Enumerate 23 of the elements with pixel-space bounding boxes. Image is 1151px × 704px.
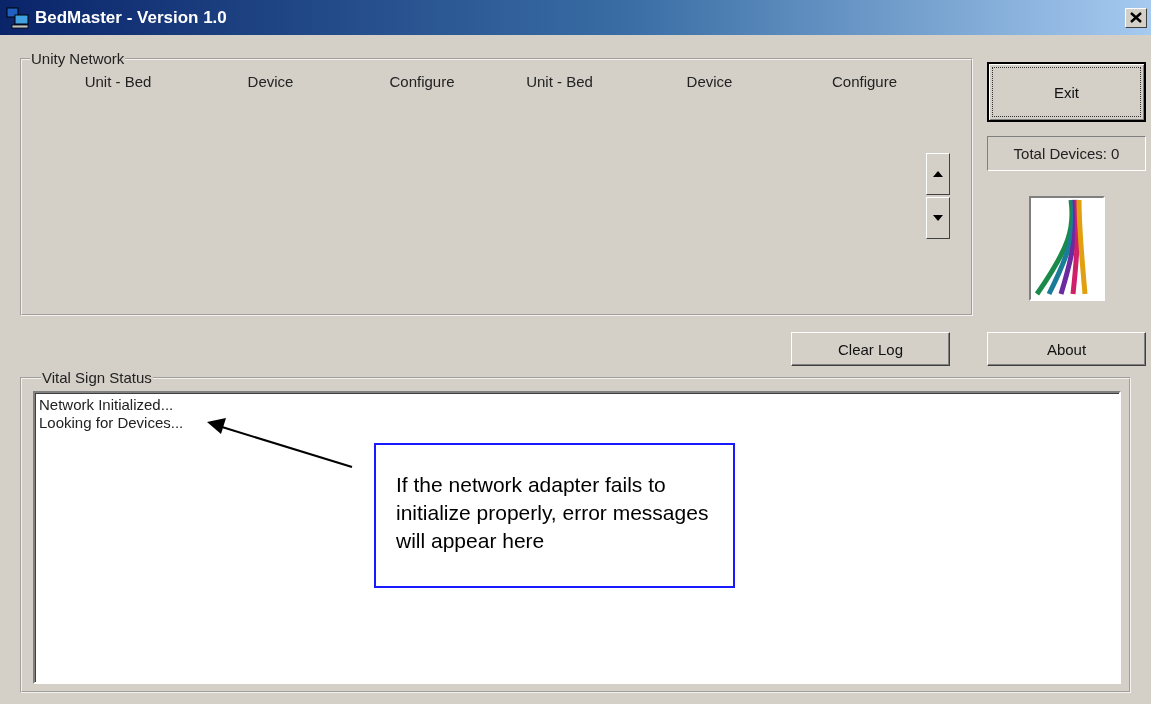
log-line: Looking for Devices... <box>39 414 185 432</box>
exit-button[interactable]: Exit <box>987 62 1146 122</box>
scroll-up-button[interactable] <box>926 153 950 195</box>
clear-log-button[interactable]: Clear Log <box>791 332 950 366</box>
about-button[interactable]: About <box>987 332 1146 366</box>
group-title: Vital Sign Status <box>41 369 153 386</box>
close-icon <box>1130 12 1142 23</box>
log-line: Network Initialized... <box>39 396 175 414</box>
close-button[interactable] <box>1125 7 1147 28</box>
down-triangle-icon <box>933 215 943 221</box>
group-title: Unity Network <box>30 50 126 67</box>
total-devices-label: Total Devices: 0 <box>987 136 1146 171</box>
up-triangle-icon <box>933 171 943 177</box>
window-title: BedMaster - Version 1.0 <box>35 7 228 28</box>
column-header: Unit - Bed <box>83 73 153 90</box>
callout-note: If the network adapter fails to initialize properly, error messages will appear here <box>374 443 735 588</box>
scroll-down-button[interactable] <box>926 197 950 239</box>
column-header: Unit - Bed <box>525 73 594 90</box>
column-header: Device <box>685 73 734 90</box>
column-header: Device <box>246 73 295 90</box>
computer-icon <box>6 6 30 29</box>
column-header: Configure <box>830 73 898 90</box>
column-header: Configure <box>388 73 456 90</box>
